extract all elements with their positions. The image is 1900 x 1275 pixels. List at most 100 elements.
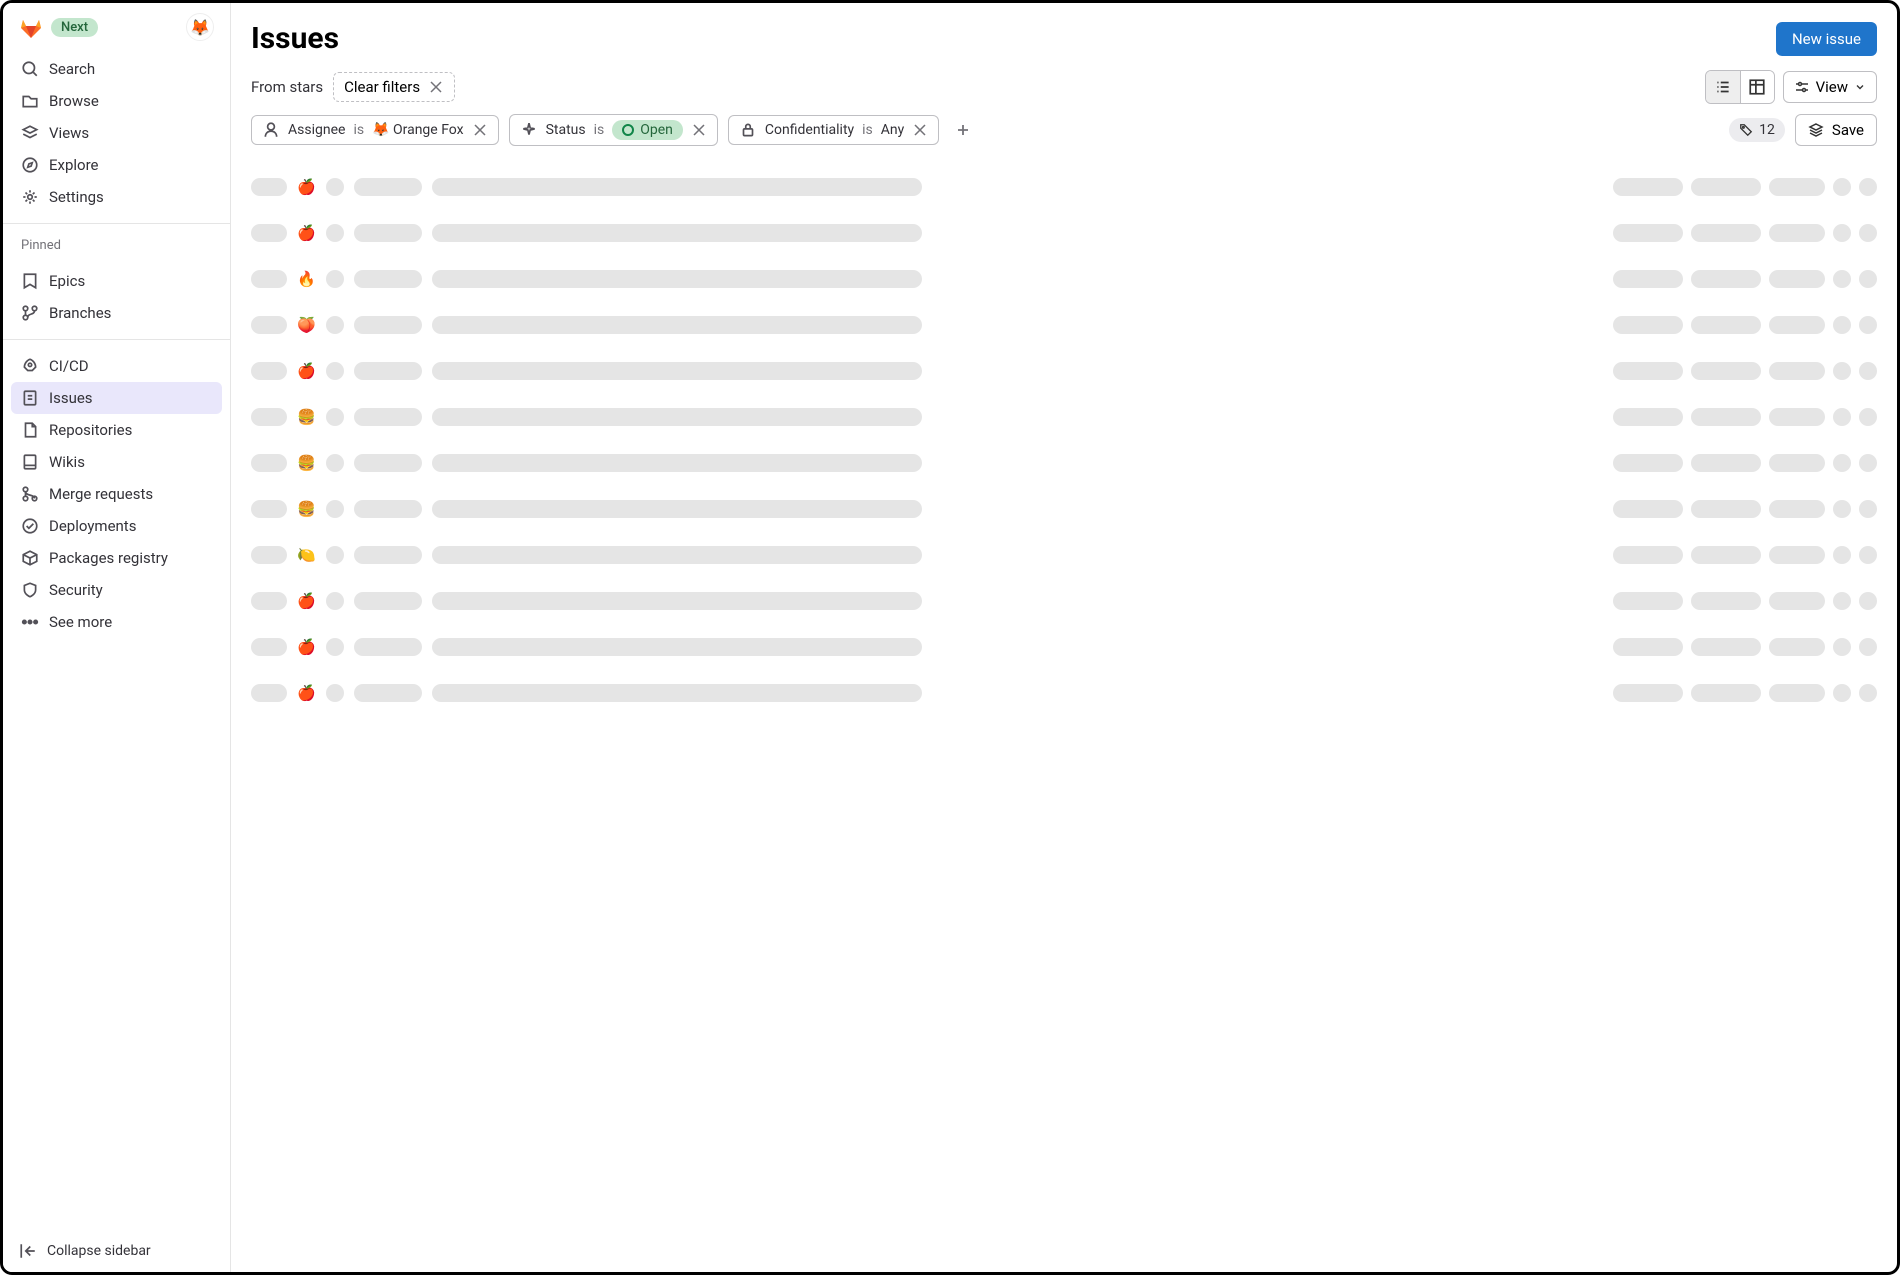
skeleton	[1691, 316, 1761, 334]
user-icon	[262, 121, 280, 139]
gear-icon	[21, 188, 39, 206]
nav-label: Search	[49, 60, 95, 78]
issue-row[interactable]: 🍎	[251, 670, 1877, 716]
skeleton	[1769, 638, 1825, 656]
sidebar-item-browse[interactable]: Browse	[11, 85, 222, 117]
nav-label: Security	[49, 581, 103, 599]
collapse-sidebar-button[interactable]: Collapse sidebar	[3, 1230, 230, 1272]
skeleton	[1613, 684, 1683, 702]
issue-row[interactable]: 🍔	[251, 486, 1877, 532]
sidebar-item-ci-cd[interactable]: CI/CD	[11, 350, 222, 382]
skeleton	[1769, 224, 1825, 242]
skeleton	[251, 546, 287, 564]
skeleton	[432, 408, 922, 426]
skeleton	[1859, 270, 1877, 288]
issue-row[interactable]: 🍔	[251, 394, 1877, 440]
row-emoji: 🍎	[297, 592, 316, 610]
issue-row[interactable]: 🍔	[251, 440, 1877, 486]
skeleton	[1691, 178, 1761, 196]
skeleton	[1859, 592, 1877, 610]
clear-filters-label: Clear filters	[344, 78, 420, 96]
sidebar-item-packages-registry[interactable]: Packages registry	[11, 542, 222, 574]
add-filter-button[interactable]	[949, 116, 977, 144]
skeleton	[1833, 638, 1851, 656]
skeleton	[1691, 408, 1761, 426]
skeleton	[1833, 316, 1851, 334]
sidebar-item-explore[interactable]: Explore	[11, 149, 222, 181]
skeleton	[1691, 638, 1761, 656]
skeleton	[1769, 592, 1825, 610]
skeleton	[251, 592, 287, 610]
skeleton	[432, 638, 922, 656]
skeleton	[326, 592, 344, 610]
folder-icon	[21, 92, 39, 110]
issue-row[interactable]: 🔥	[251, 256, 1877, 302]
skeleton	[1859, 178, 1877, 196]
branch-icon	[21, 304, 39, 322]
skeleton	[326, 638, 344, 656]
skeleton	[1859, 224, 1877, 242]
skeleton	[1613, 224, 1683, 242]
view-options-button[interactable]: View	[1783, 71, 1877, 103]
skeleton	[432, 592, 922, 610]
issue-row[interactable]: 🍎	[251, 578, 1877, 624]
skeleton	[251, 454, 287, 472]
filter-chip-status[interactable]: StatusisOpen	[509, 114, 718, 146]
sidebar-item-repositories[interactable]: Repositories	[11, 414, 222, 446]
sidebar-item-security[interactable]: Security	[11, 574, 222, 606]
sidebar-item-views[interactable]: Views	[11, 117, 222, 149]
new-issue-button[interactable]: New issue	[1776, 22, 1877, 56]
filter-count: 12	[1729, 118, 1785, 142]
skeleton	[326, 684, 344, 702]
nav-label: Issues	[49, 389, 93, 407]
deploy-icon	[21, 517, 39, 535]
sidebar-item-search[interactable]: Search	[11, 53, 222, 85]
close-icon[interactable]	[691, 122, 707, 138]
sidebar-item-see-more[interactable]: See more	[11, 606, 222, 638]
skeleton	[1769, 316, 1825, 334]
skeleton	[354, 224, 422, 242]
issue-row[interactable]: 🍎	[251, 164, 1877, 210]
list-view-button[interactable]	[1706, 71, 1740, 103]
sidebar-item-wikis[interactable]: Wikis	[11, 446, 222, 478]
skeleton	[432, 362, 922, 380]
skeleton	[1833, 270, 1851, 288]
row-emoji: 🍎	[297, 684, 316, 702]
rocket-icon	[21, 357, 39, 375]
issue-row[interactable]: 🍎	[251, 210, 1877, 256]
user-avatar[interactable]: 🦊	[186, 13, 214, 41]
skeleton	[354, 638, 422, 656]
sidebar-item-epics[interactable]: Epics	[11, 265, 222, 297]
nav-label: Repositories	[49, 421, 132, 439]
sidebar-item-merge-requests[interactable]: Merge requests	[11, 478, 222, 510]
collapse-label: Collapse sidebar	[47, 1243, 151, 1259]
issue-row[interactable]: 🍎	[251, 348, 1877, 394]
epic-icon	[21, 272, 39, 290]
sidebar-item-issues[interactable]: Issues	[11, 382, 222, 414]
issue-row[interactable]: 🍑	[251, 302, 1877, 348]
skeleton	[251, 362, 287, 380]
save-filters-button[interactable]: Save	[1795, 114, 1877, 146]
issue-row[interactable]: 🍎	[251, 624, 1877, 670]
filter-chip-confidentiality[interactable]: ConfidentialityisAny	[728, 115, 939, 145]
sidebar-item-branches[interactable]: Branches	[11, 297, 222, 329]
clear-filters-button[interactable]: Clear filters	[333, 72, 455, 102]
nav-label: See more	[49, 613, 112, 631]
sidebar-item-settings[interactable]: Settings	[11, 181, 222, 213]
skeleton	[326, 224, 344, 242]
view-mode-segment	[1705, 70, 1775, 104]
skeleton	[1833, 224, 1851, 242]
skeleton	[251, 500, 287, 518]
sidebar-item-deployments[interactable]: Deployments	[11, 510, 222, 542]
skeleton	[326, 316, 344, 334]
filter-op: is	[594, 122, 605, 138]
close-icon[interactable]	[472, 122, 488, 138]
filter-chip-assignee[interactable]: Assigneeis🦊 Orange Fox	[251, 115, 499, 145]
skeleton	[326, 270, 344, 288]
board-view-button[interactable]	[1740, 71, 1774, 103]
skeleton	[1769, 546, 1825, 564]
close-icon[interactable]	[912, 122, 928, 138]
skeleton	[1691, 270, 1761, 288]
issue-row[interactable]: 🍋	[251, 532, 1877, 578]
skeleton	[354, 500, 422, 518]
